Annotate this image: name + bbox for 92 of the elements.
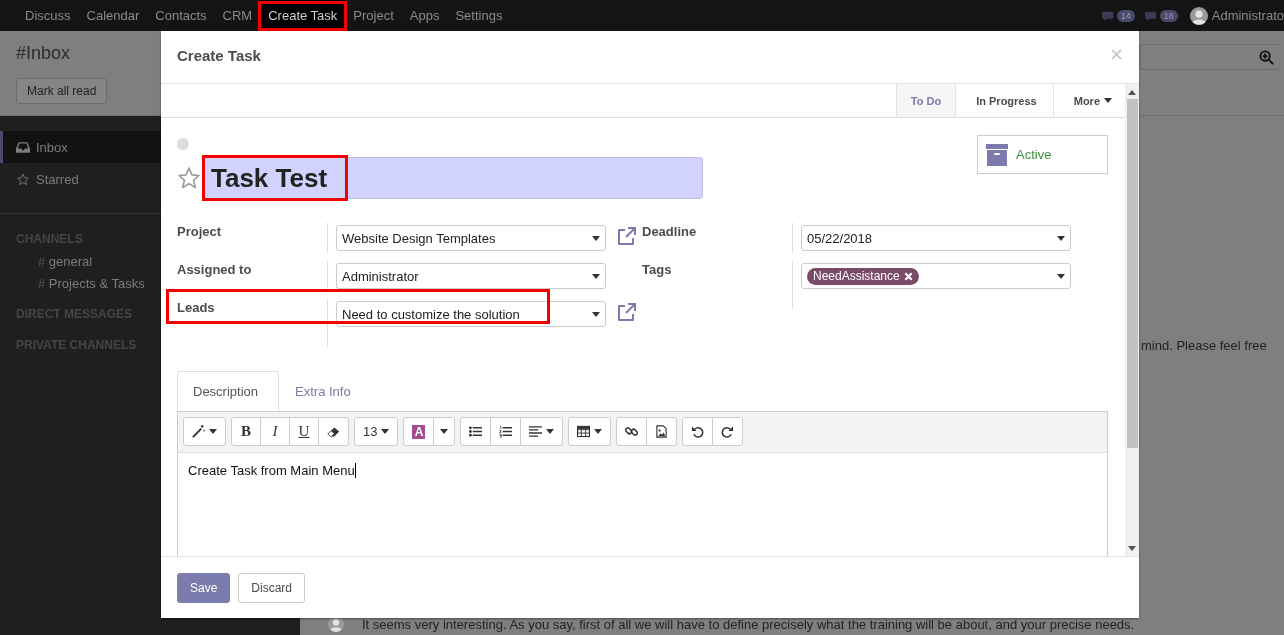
toolbar-button[interactable]: I bbox=[260, 417, 290, 446]
eraser-icon bbox=[327, 425, 340, 438]
external-link-icon[interactable] bbox=[616, 303, 636, 323]
search-icon[interactable] bbox=[1259, 49, 1274, 65]
text-color-swatch: A bbox=[412, 424, 426, 439]
tags-field[interactable]: NeedAssistance bbox=[801, 263, 1071, 289]
star-icon bbox=[16, 172, 30, 186]
avatar-icon[interactable] bbox=[1189, 6, 1208, 25]
stage-button[interactable]: To Do bbox=[895, 84, 956, 117]
menu-item[interactable]: Calendar bbox=[78, 0, 148, 31]
toolbar-button[interactable] bbox=[568, 417, 612, 446]
inbox-icon bbox=[16, 140, 30, 154]
toolbar-button[interactable] bbox=[712, 417, 744, 446]
bullet-list-icon bbox=[469, 425, 483, 438]
toolbar-button[interactable] bbox=[460, 417, 492, 446]
message-text: It seems very interesting. As you say, first of all we will have to define precisely what the training will be about, and your precise needs. bbox=[362, 616, 1135, 632]
user-menu[interactable]: Administrato bbox=[1211, 8, 1284, 23]
toolbar-button[interactable] bbox=[183, 417, 226, 446]
field-label: Project bbox=[177, 223, 223, 241]
toolbar-button[interactable]: B bbox=[231, 417, 261, 446]
scrollbar[interactable] bbox=[1125, 84, 1139, 556]
toolbar-button[interactable] bbox=[318, 417, 349, 446]
toolbar-button[interactable] bbox=[520, 417, 564, 446]
menu-item[interactable]: Contacts bbox=[147, 0, 215, 31]
menu-item[interactable]: Discuss bbox=[17, 0, 79, 31]
caret-icon bbox=[381, 429, 390, 434]
caret-icon bbox=[1057, 273, 1065, 279]
caret-icon bbox=[1057, 235, 1065, 241]
scrollbar-thumb[interactable] bbox=[1126, 99, 1138, 448]
editor-text: Create Task from Main Menu bbox=[188, 463, 355, 478]
scroll-down-icon[interactable] bbox=[1128, 546, 1136, 551]
caret-icon bbox=[1104, 98, 1112, 103]
archive-icon bbox=[986, 143, 1008, 166]
task-name-field[interactable]: Task Test bbox=[203, 157, 703, 199]
caret-icon bbox=[546, 429, 555, 434]
field-label: Deadline bbox=[642, 223, 698, 241]
dropdown-field[interactable]: Website Design Templates bbox=[336, 225, 606, 251]
date-field[interactable]: 05/22/2018 bbox=[801, 225, 1071, 251]
sidebar-label: Inbox bbox=[36, 139, 68, 155]
image-icon bbox=[655, 425, 669, 438]
search-field[interactable] bbox=[1140, 44, 1280, 70]
field-label: Tags bbox=[642, 261, 673, 279]
scroll-up-icon[interactable] bbox=[1128, 90, 1136, 95]
external-link-icon[interactable] bbox=[616, 227, 636, 247]
channel-item[interactable]: # general bbox=[38, 251, 93, 273]
toolbar-button[interactable] bbox=[490, 417, 522, 446]
status-dot[interactable] bbox=[177, 138, 189, 150]
toolbar-button[interactable] bbox=[682, 417, 714, 446]
text-cursor bbox=[354, 463, 356, 478]
table-icon bbox=[577, 425, 591, 438]
field-label: Leads bbox=[177, 299, 216, 317]
menu-item[interactable]: Settings bbox=[447, 0, 511, 31]
channel-item[interactable]: # Projects & Tasks bbox=[38, 273, 145, 295]
active-button[interactable]: Active bbox=[977, 135, 1108, 174]
undo-icon bbox=[691, 425, 705, 438]
caret-icon bbox=[592, 273, 600, 279]
remove-icon[interactable] bbox=[903, 271, 913, 281]
menu-item[interactable]: Project bbox=[345, 0, 402, 31]
toolbar-button[interactable] bbox=[646, 417, 678, 446]
redo-icon bbox=[721, 425, 735, 438]
mark-all-read-button[interactable]: Mark all read bbox=[16, 78, 108, 104]
caret-icon bbox=[440, 429, 449, 434]
color-button[interactable]: A bbox=[403, 417, 435, 446]
count-badge: 14 bbox=[1116, 9, 1135, 22]
menu-item[interactable]: Apps bbox=[401, 0, 448, 31]
sidebar-label: Starred bbox=[36, 171, 79, 187]
caret-icon bbox=[592, 235, 600, 241]
menu-item[interactable]: CRM bbox=[214, 0, 261, 31]
count-badge: 18 bbox=[1159, 9, 1178, 22]
save-button[interactable]: Save bbox=[177, 572, 231, 603]
tag[interactable]: NeedAssistance bbox=[807, 267, 919, 285]
field-label: Assigned to bbox=[177, 261, 253, 279]
dropdown-field[interactable]: Need to customize the solution bbox=[336, 301, 606, 327]
link-icon bbox=[625, 425, 639, 438]
discard-button[interactable]: Discard bbox=[238, 572, 306, 603]
toolbar-button[interactable] bbox=[433, 417, 456, 446]
dropdown-field[interactable]: Administrator bbox=[336, 263, 606, 289]
page-title: #Inbox bbox=[16, 42, 71, 64]
message-text: mind. Please feel free bbox=[1141, 338, 1267, 353]
star-icon[interactable] bbox=[177, 166, 201, 190]
align-left-icon bbox=[529, 425, 543, 438]
dialog-title: Create Task bbox=[177, 46, 261, 64]
caret-icon bbox=[592, 311, 600, 317]
caret-icon bbox=[594, 429, 603, 434]
tab[interactable]: Description bbox=[177, 371, 280, 411]
tab[interactable]: Extra Info bbox=[279, 371, 372, 411]
magic-wand-icon bbox=[192, 425, 205, 438]
numbered-list-icon bbox=[499, 425, 513, 438]
toolbar-button[interactable]: U bbox=[289, 417, 319, 446]
toolbar-button[interactable]: 13 bbox=[354, 417, 399, 446]
caret-icon bbox=[209, 429, 217, 434]
toolbar-button[interactable] bbox=[616, 417, 648, 446]
